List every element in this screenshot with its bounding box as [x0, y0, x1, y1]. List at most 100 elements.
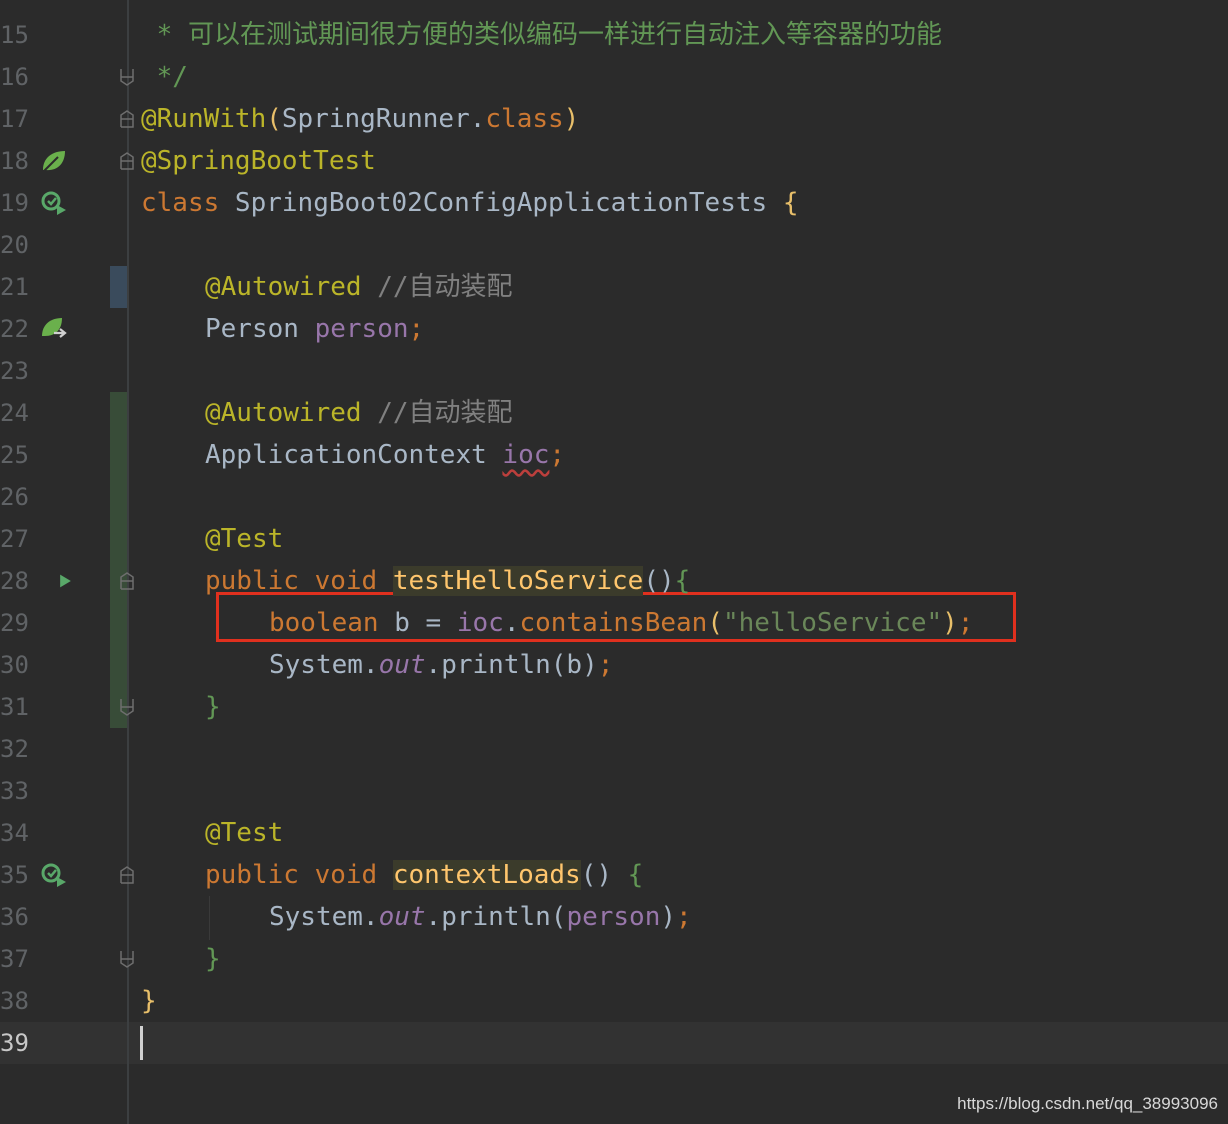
line-number: 31 — [0, 693, 29, 721]
semicolon: ; — [408, 314, 425, 344]
fold-end-icon[interactable] — [119, 68, 135, 86]
code-line-37[interactable]: 37 } — [0, 938, 1228, 980]
annotation: @Test — [205, 524, 284, 554]
code-line-19[interactable]: 19 class SpringBoot02ConfigApplicationTe… — [0, 182, 1228, 224]
watermark: https://blog.csdn.net/qq_38993096 — [957, 1094, 1218, 1113]
paren: ) — [942, 608, 958, 638]
code-line-31[interactable]: 31 } — [0, 686, 1228, 728]
code-line-34[interactable]: 34 @Test — [0, 812, 1228, 854]
fold-start-icon[interactable] — [119, 110, 135, 128]
field-ref: person — [566, 902, 661, 932]
brace: { — [782, 188, 799, 218]
keyword: void — [314, 860, 378, 890]
autowired-bean-icon[interactable] — [40, 316, 68, 342]
method-name: contextLoads — [392, 860, 581, 890]
class-ref: System. — [269, 902, 379, 932]
annotation: @RunWith — [141, 104, 267, 134]
static-field: out — [378, 902, 426, 932]
code-editor[interactable]: 15 * 可以在测试期间很方便的类似编码一样进行自动注入等容器的功能 16 */… — [0, 0, 1228, 1124]
keyword: boolean — [269, 608, 379, 638]
code-line-36[interactable]: 36 System.out.println(person); — [0, 896, 1228, 938]
code-line-30[interactable]: 30 System.out.println(b); — [0, 644, 1228, 686]
doc-comment-end: */ — [141, 62, 188, 92]
line-number: 37 — [0, 945, 29, 973]
line-number: 17 — [0, 105, 29, 133]
code-line-29[interactable]: 29 boolean b = ioc.containsBean("helloSe… — [0, 602, 1228, 644]
code-line-21[interactable]: 21 @Autowired //自动装配 — [0, 266, 1228, 308]
fold-start-icon[interactable] — [119, 866, 135, 884]
fold-end-icon[interactable] — [119, 698, 135, 716]
semicolon: ; — [957, 608, 974, 638]
line-comment: //自动装配 — [361, 398, 513, 428]
semicolon: ; — [549, 440, 566, 470]
method-call: .println(b) — [425, 650, 598, 680]
run-test-method-icon[interactable] — [40, 862, 68, 888]
field-name: ioc — [502, 440, 550, 470]
keyword: public — [205, 566, 299, 596]
paren: ) — [563, 104, 580, 134]
keyword: void — [314, 566, 378, 596]
type-name: ApplicationContext — [205, 440, 503, 470]
line-number: 15 — [0, 21, 29, 49]
line-number: 19 — [0, 189, 29, 217]
line-number: 23 — [0, 357, 29, 385]
fold-start-icon[interactable] — [119, 152, 135, 170]
spring-bean-icon[interactable] — [40, 148, 68, 174]
semicolon: ; — [676, 902, 692, 932]
line-number: 18 — [0, 147, 29, 175]
paren: () — [643, 566, 675, 596]
field-name: person — [314, 314, 409, 344]
type-name: Person — [205, 314, 315, 344]
code-line-15[interactable]: 15 * 可以在测试期间很方便的类似编码一样进行自动注入等容器的功能 — [0, 14, 1228, 56]
field-ref: ioc — [456, 608, 504, 638]
class-ref: SpringRunner — [281, 104, 470, 134]
paren: ( — [707, 608, 723, 638]
code-line-33[interactable]: 33 — [0, 770, 1228, 812]
brace: } — [141, 986, 157, 1016]
brace: } — [205, 944, 221, 974]
method-call: .println( — [425, 902, 567, 932]
local-var: b = — [378, 608, 457, 638]
code-line-38[interactable]: 38 } — [0, 980, 1228, 1022]
code-line-28[interactable]: 28 public void testHelloService(){ — [0, 560, 1228, 602]
code-line-22[interactable]: 22 Person person; — [0, 308, 1228, 350]
code-line-24[interactable]: 24 @Autowired //自动装配 — [0, 392, 1228, 434]
semicolon: ; — [597, 650, 614, 680]
paren: ( — [266, 104, 282, 134]
method-call: containsBean — [519, 608, 708, 638]
line-number: 35 — [0, 861, 29, 889]
line-number: 34 — [0, 819, 29, 847]
code-line-27[interactable]: 27 @Test — [0, 518, 1228, 560]
keyword: public — [205, 860, 299, 890]
paren: () — [580, 860, 628, 890]
code-line-23[interactable]: 23 — [0, 350, 1228, 392]
brace: } — [205, 692, 221, 722]
dot: . — [503, 608, 520, 638]
code-line-20[interactable]: 20 — [0, 224, 1228, 266]
brace: { — [674, 566, 691, 596]
line-number: 33 — [0, 777, 29, 805]
fold-end-icon[interactable] — [119, 950, 135, 968]
line-number: 27 — [0, 525, 29, 553]
code-line-26[interactable]: 26 — [0, 476, 1228, 518]
code-line-39[interactable]: 39 — [0, 1022, 1228, 1064]
run-test-icon[interactable] — [58, 568, 78, 594]
line-number: 28 — [0, 567, 29, 595]
code-line-17[interactable]: 17 @RunWith(SpringRunner.class) — [0, 98, 1228, 140]
line-number: 20 — [0, 231, 29, 259]
line-number: 39 — [0, 1029, 29, 1057]
line-comment: //自动装配 — [361, 272, 513, 302]
code-line-35[interactable]: 35 public void contextLoads() { — [0, 854, 1228, 896]
run-test-class-icon[interactable] — [40, 190, 68, 216]
keyword: class — [141, 188, 220, 218]
line-number: 25 — [0, 441, 29, 469]
fold-start-icon[interactable] — [119, 572, 135, 590]
class-name: SpringBoot02ConfigApplicationTests — [219, 188, 783, 218]
paren: ) — [660, 902, 677, 932]
annotation: @SpringBootTest — [141, 146, 376, 176]
code-line-18[interactable]: 18 @SpringBootTest — [0, 140, 1228, 182]
annotation: @Autowired — [205, 398, 362, 428]
code-line-32[interactable]: 32 — [0, 728, 1228, 770]
code-line-16[interactable]: 16 */ — [0, 56, 1228, 98]
code-line-25[interactable]: 25 ApplicationContext ioc; — [0, 434, 1228, 476]
